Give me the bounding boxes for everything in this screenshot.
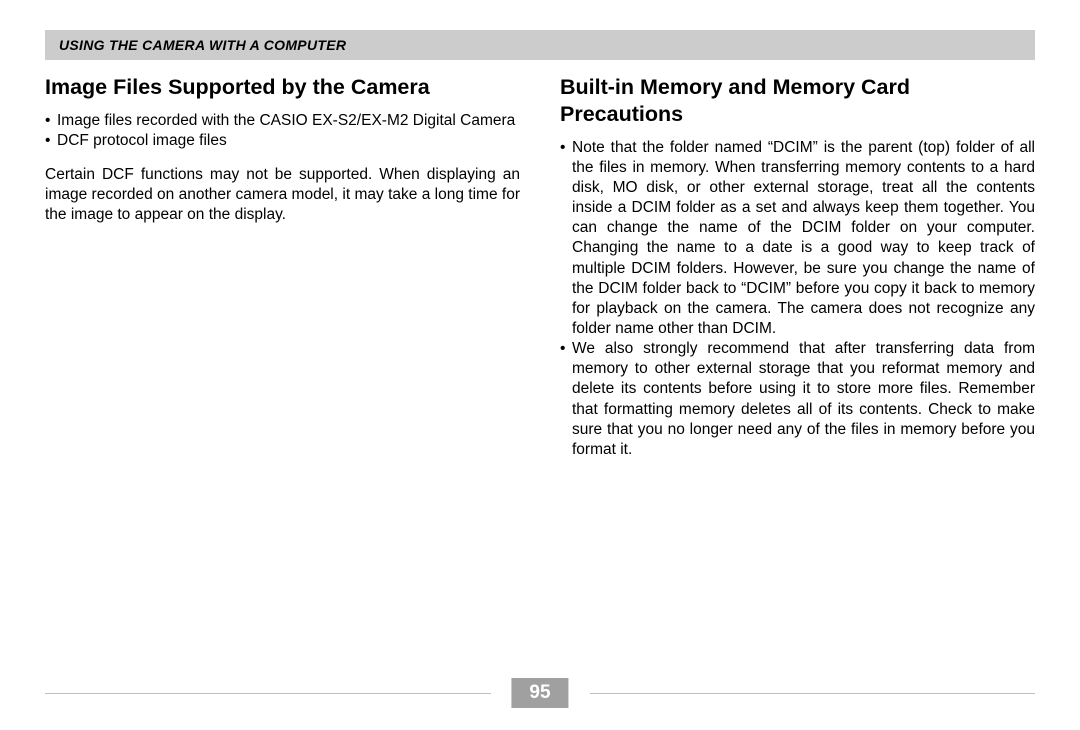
page-number: 95 — [511, 678, 568, 708]
right-heading: Built-in Memory and Memory Card Precauti… — [560, 74, 1035, 128]
section-header-bar: USING THE CAMERA WITH A COMPUTER — [45, 30, 1035, 60]
left-heading: Image Files Supported by the Camera — [45, 74, 520, 101]
content-columns: Image Files Supported by the Camera Imag… — [45, 74, 1035, 474]
left-paragraph: Certain DCF functions may not be support… — [45, 165, 520, 225]
list-item: We also strongly recommend that after tr… — [560, 339, 1035, 460]
right-bullet-list: Note that the folder named “DCIM” is the… — [560, 138, 1035, 460]
left-bullet-list: Image files recorded with the CASIO EX-S… — [45, 111, 520, 151]
footer-rule-left — [45, 693, 491, 694]
page-footer: 95 — [45, 678, 1035, 708]
list-item: Image files recorded with the CASIO EX-S… — [45, 111, 520, 131]
section-header-text: USING THE CAMERA WITH A COMPUTER — [59, 37, 1021, 53]
footer-rule-right — [590, 693, 1036, 694]
list-item: Note that the folder named “DCIM” is the… — [560, 138, 1035, 339]
left-column: Image Files Supported by the Camera Imag… — [45, 74, 520, 474]
right-column: Built-in Memory and Memory Card Precauti… — [560, 74, 1035, 474]
list-item: DCF protocol image files — [45, 131, 520, 151]
